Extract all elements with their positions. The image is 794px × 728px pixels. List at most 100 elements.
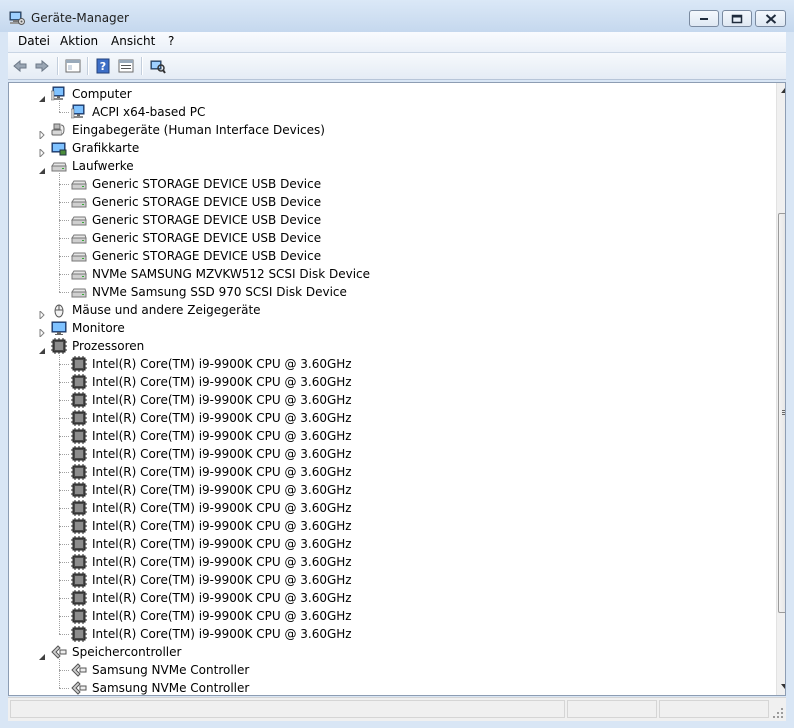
tree-item[interactable]: Intel(R) Core(TM) i9-9900K CPU @ 3.60GHz xyxy=(9,517,769,535)
properties-button[interactable] xyxy=(116,56,136,76)
menu-datei[interactable]: Datei xyxy=(18,34,50,48)
processor-icon xyxy=(71,374,87,390)
menu-aktion[interactable]: Aktion xyxy=(60,34,98,48)
tree-item[interactable]: Intel(R) Core(TM) i9-9900K CPU @ 3.60GHz xyxy=(9,463,769,481)
maximize-icon xyxy=(731,14,743,23)
collapsed-triangle-icon[interactable] xyxy=(38,126,46,141)
processor-icon xyxy=(71,392,87,408)
scroll-grip xyxy=(782,412,785,413)
tree-item[interactable]: Intel(R) Core(TM) i9-9900K CPU @ 3.60GHz xyxy=(9,625,769,643)
tree-connector xyxy=(59,670,69,671)
minimize-button[interactable] xyxy=(689,10,719,27)
disk-drive-icon xyxy=(71,284,87,300)
resize-grip-icon[interactable] xyxy=(772,707,784,719)
tree-node-label: Grafikkarte xyxy=(72,141,140,155)
tree-node-label: Intel(R) Core(TM) i9-9900K CPU @ 3.60GHz xyxy=(92,411,352,425)
tree-item[interactable]: Generic STORAGE DEVICE USB Device xyxy=(9,175,769,193)
tree-item[interactable]: Intel(R) Core(TM) i9-9900K CPU @ 3.60GHz xyxy=(9,499,769,517)
tree-node-label: Speichercontroller xyxy=(72,645,182,659)
scan-hardware-button[interactable] xyxy=(148,56,168,76)
tree-item[interactable]: Generic STORAGE DEVICE USB Device xyxy=(9,247,769,265)
tree-category[interactable]: Computer xyxy=(9,85,769,103)
expanded-triangle-icon[interactable] xyxy=(38,162,46,174)
tree-category[interactable]: Grafikkarte xyxy=(9,139,769,159)
tree-item[interactable]: Intel(R) Core(TM) i9-9900K CPU @ 3.60GHz xyxy=(9,589,769,607)
back-button[interactable] xyxy=(10,56,30,76)
scroll-up-button[interactable] xyxy=(777,83,785,99)
forward-button[interactable] xyxy=(32,56,52,76)
show-hide-console-tree-button[interactable] xyxy=(63,56,83,76)
tree-node-label: Intel(R) Core(TM) i9-9900K CPU @ 3.60GHz xyxy=(92,573,352,587)
tree-node-label: Generic STORAGE DEVICE USB Device xyxy=(92,249,322,263)
tree-item[interactable]: NVMe Samsung SSD 970 SCSI Disk Device xyxy=(9,283,769,301)
tree-item[interactable]: Intel(R) Core(TM) i9-9900K CPU @ 3.60GHz xyxy=(9,373,769,391)
title-bar[interactable]: Geräte-Manager xyxy=(0,0,794,32)
processor-icon xyxy=(71,554,87,570)
tree-connector xyxy=(59,634,69,635)
computer-icon xyxy=(50,86,67,102)
tree-item[interactable]: Intel(R) Core(TM) i9-9900K CPU @ 3.60GHz xyxy=(9,355,769,373)
tree-category[interactable]: Prozessoren xyxy=(9,337,769,355)
vertical-scrollbar[interactable] xyxy=(776,83,785,695)
tree-node-label: Generic STORAGE DEVICE USB Device xyxy=(92,231,322,245)
tree-node-label: Intel(R) Core(TM) i9-9900K CPU @ 3.60GHz xyxy=(92,375,352,389)
expanded-triangle-icon[interactable] xyxy=(38,648,46,660)
device-manager-icon xyxy=(9,10,25,26)
storage-controller-icon xyxy=(71,680,87,695)
tree-item[interactable]: Generic STORAGE DEVICE USB Device xyxy=(9,229,769,247)
collapsed-triangle-icon[interactable] xyxy=(38,324,46,339)
tree-connector xyxy=(59,544,69,545)
scroll-down-icon xyxy=(781,684,785,689)
expanded-triangle-icon[interactable] xyxy=(38,90,46,102)
status-cell-main xyxy=(10,700,565,718)
tree-category[interactable]: Eingabegeräte (Human Interface Devices) xyxy=(9,121,769,141)
disk-drive-icon xyxy=(71,266,87,282)
menu-help[interactable]: ? xyxy=(168,34,174,48)
tree-item[interactable]: Samsung NVMe Controller xyxy=(9,679,769,695)
tree-item[interactable]: Intel(R) Core(TM) i9-9900K CPU @ 3.60GHz xyxy=(9,481,769,499)
tree-item[interactable]: Intel(R) Core(TM) i9-9900K CPU @ 3.60GHz xyxy=(9,409,769,427)
tree-item[interactable]: Intel(R) Core(TM) i9-9900K CPU @ 3.60GHz xyxy=(9,391,769,409)
svg-text:?: ? xyxy=(100,60,106,73)
tree-connector xyxy=(59,472,69,473)
tree-node-label: Intel(R) Core(TM) i9-9900K CPU @ 3.60GHz xyxy=(92,393,352,407)
window-title: Geräte-Manager xyxy=(31,11,129,25)
tree-item[interactable]: Generic STORAGE DEVICE USB Device xyxy=(9,211,769,229)
tree-connector xyxy=(59,688,69,689)
status-bar xyxy=(8,697,786,721)
scroll-thumb[interactable] xyxy=(778,213,785,613)
processor-icon xyxy=(71,410,87,426)
show-hide-console-tree-icon xyxy=(65,59,81,73)
device-tree[interactable]: Computer ACPI x64-based PC Eingabegeräte (… xyxy=(8,82,786,696)
tree-node-label: Intel(R) Core(TM) i9-9900K CPU @ 3.60GHz xyxy=(92,483,352,497)
tree-item[interactable]: Intel(R) Core(TM) i9-9900K CPU @ 3.60GHz xyxy=(9,427,769,445)
close-button[interactable] xyxy=(755,10,786,27)
close-icon xyxy=(765,13,776,24)
tree-item[interactable]: Intel(R) Core(TM) i9-9900K CPU @ 3.60GHz xyxy=(9,571,769,589)
tree-item[interactable]: Intel(R) Core(TM) i9-9900K CPU @ 3.60GHz xyxy=(9,535,769,553)
tree-connector xyxy=(59,112,69,113)
tree-item[interactable]: Intel(R) Core(TM) i9-9900K CPU @ 3.60GHz xyxy=(9,553,769,571)
tree-item[interactable]: NVMe SAMSUNG MZVKW512 SCSI Disk Device xyxy=(9,265,769,283)
expanded-triangle-icon[interactable] xyxy=(38,342,46,354)
tree-node-label: Intel(R) Core(TM) i9-9900K CPU @ 3.60GHz xyxy=(92,555,352,569)
tree-item[interactable]: ACPI x64-based PC xyxy=(9,103,769,121)
tree-category[interactable]: Laufwerke xyxy=(9,157,769,175)
help-button[interactable]: ? xyxy=(93,56,113,76)
scroll-down-button[interactable] xyxy=(777,679,785,695)
menu-ansicht[interactable]: Ansicht xyxy=(111,34,155,48)
collapsed-triangle-icon[interactable] xyxy=(38,306,46,321)
tree-node-label: Monitore xyxy=(72,321,125,335)
tree-item[interactable]: Samsung NVMe Controller xyxy=(9,661,769,679)
disk-drive-icon xyxy=(71,194,87,210)
tree-item[interactable]: Intel(R) Core(TM) i9-9900K CPU @ 3.60GHz xyxy=(9,445,769,463)
disk-drive-icon xyxy=(71,248,87,264)
tree-item[interactable]: Generic STORAGE DEVICE USB Device xyxy=(9,193,769,211)
tree-category[interactable]: Speichercontroller xyxy=(9,643,769,661)
tree-item[interactable]: Intel(R) Core(TM) i9-9900K CPU @ 3.60GHz xyxy=(9,607,769,625)
tree-category[interactable]: Mäuse und andere Zeigegeräte xyxy=(9,301,769,321)
tree-node-label: Intel(R) Core(TM) i9-9900K CPU @ 3.60GHz xyxy=(92,501,352,515)
tree-category[interactable]: Monitore xyxy=(9,319,769,339)
collapsed-triangle-icon[interactable] xyxy=(38,144,46,159)
maximize-button[interactable] xyxy=(722,10,752,27)
